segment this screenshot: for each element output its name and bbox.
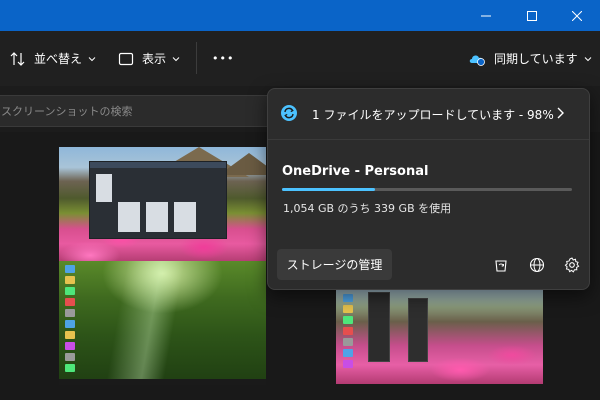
more-options-icon: ••• (212, 52, 235, 65)
screenshot-thumbnail[interactable] (336, 288, 543, 384)
chevron-down-icon (584, 56, 592, 61)
sort-label: 並べ替え (34, 52, 83, 66)
close-icon (572, 10, 582, 21)
desktop-icons (340, 294, 362, 371)
view-icon (118, 52, 134, 65)
settings-button[interactable] (562, 255, 582, 275)
account-name: OneDrive - Personal (282, 164, 429, 179)
manage-storage-button[interactable]: ストレージの管理 (277, 249, 392, 280)
title-bar (0, 0, 600, 31)
gear-icon (564, 257, 580, 273)
chevron-down-icon (172, 56, 180, 61)
chevron-down-icon (88, 56, 96, 61)
storage-progress-bar (282, 188, 572, 191)
flyout-divider (268, 139, 589, 140)
upload-status-row[interactable]: 1 ファイルをアップロードしています - 98% (268, 89, 589, 139)
thumbnail-preview-window (89, 161, 227, 239)
more-options-button[interactable]: ••• (212, 31, 234, 86)
toolbar-separator (196, 42, 197, 74)
minimize-icon (481, 15, 491, 16)
view-button[interactable]: 表示 (118, 31, 180, 86)
storage-progress-fill (282, 188, 376, 191)
screenshot-thumbnail[interactable] (59, 147, 266, 261)
sync-icon (281, 105, 297, 121)
close-button[interactable] (554, 0, 600, 31)
search-input[interactable]: スクリーンショットの検索 (0, 95, 286, 127)
upload-status-text: 1 ファイルをアップロードしています - 98% (312, 108, 554, 122)
view-label: 表示 (142, 52, 167, 66)
onedrive-flyout: 1 ファイルをアップロードしています - 98% OneDrive - Pers… (267, 88, 590, 290)
recycle-bin-button[interactable] (491, 255, 511, 275)
onedrive-sync-button[interactable]: 同期しています (468, 31, 592, 86)
recycle-bin-icon (495, 260, 507, 272)
minimize-button[interactable] (463, 0, 509, 31)
desktop-icons (62, 265, 86, 375)
globe-icon (529, 257, 545, 273)
sync-status-label: 同期しています (494, 52, 578, 66)
storage-usage-text: 1,054 GB のうち 339 GB を使用 (283, 202, 452, 215)
maximize-button[interactable] (509, 0, 555, 31)
search-placeholder: スクリーンショットの検索 (1, 105, 133, 118)
sort-button[interactable]: 並べ替え (10, 31, 96, 86)
maximize-icon (527, 10, 537, 21)
chevron-right-icon (557, 107, 564, 119)
view-online-button[interactable] (527, 255, 547, 275)
screenshot-thumbnail[interactable] (59, 261, 266, 385)
onedrive-sync-icon (469, 54, 485, 66)
sort-icon (10, 51, 25, 66)
